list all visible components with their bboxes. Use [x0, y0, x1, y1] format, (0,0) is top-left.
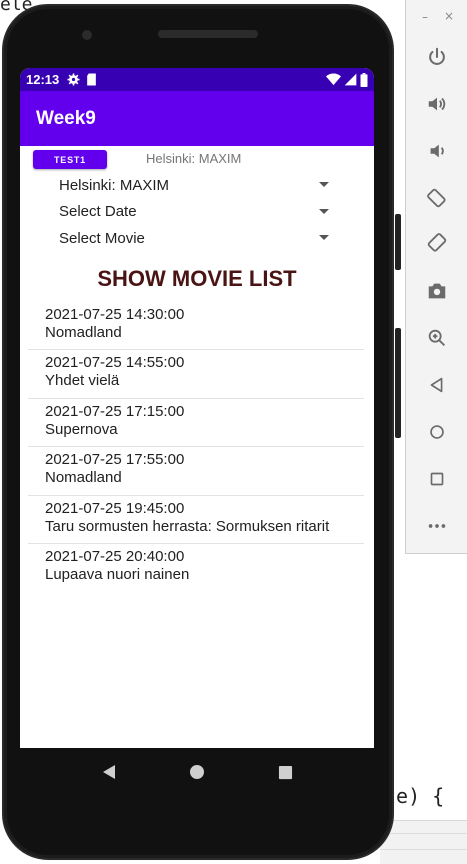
show-datetime: 2021-07-25 19:45:00 [45, 499, 185, 517]
zoom-icon [428, 329, 445, 346]
show-datetime: 2021-07-25 17:55:00 [45, 451, 185, 468]
dropdown-arrow-icon [319, 182, 329, 188]
selected-theater-label: Helsinki: MAXIM [146, 151, 242, 166]
movie-title: Nomadland [45, 323, 122, 341]
movie-list: 2021-07-25 14:30:00 Nomadland 2021-07-25… [20, 302, 374, 593]
back-icon [103, 765, 115, 779]
list-item[interactable]: 2021-07-25 19:45:00 Taru sormusten herra… [28, 496, 364, 544]
dropdown-arrow-icon [319, 208, 329, 214]
movie-title: Taru sormusten herrasta: Sormuksen ritar… [45, 517, 330, 535]
close-button[interactable]: × [444, 9, 454, 23]
dropdown-arrow-icon [319, 235, 329, 241]
theater-spinner-value: Helsinki: MAXIM [59, 176, 170, 194]
volume-down-button[interactable] [424, 138, 450, 164]
screenshot-button[interactable] [424, 278, 450, 304]
nav-recents-button[interactable] [276, 763, 294, 781]
volume-up-icon [428, 97, 446, 111]
ide-bottom-strip [380, 820, 467, 864]
earpiece-speaker [158, 30, 258, 38]
date-spinner-value: Select Date [59, 203, 137, 221]
phone-side-button [395, 214, 401, 270]
movie-spinner[interactable]: Select Movie [59, 225, 329, 252]
list-item[interactable]: 2021-07-25 14:30:00 Nomadland [28, 302, 364, 350]
show-movie-list-button[interactable]: SHOW MOVIE LIST [20, 266, 374, 292]
nav-home-button[interactable] [188, 763, 206, 781]
sd-card-icon [86, 73, 97, 86]
movie-title: Yhdet vielä [45, 372, 120, 389]
show-datetime: 2021-07-25 17:15:00 [45, 402, 185, 420]
rotate-left-icon [427, 188, 446, 208]
minimize-button[interactable]: – [422, 10, 428, 24]
show-datetime: 2021-07-25 20:40:00 [45, 548, 185, 565]
volume-up-button[interactable] [424, 91, 450, 117]
date-spinner[interactable]: Select Date [59, 199, 329, 226]
emulator-toolbar: – × [405, 0, 467, 554]
battery-icon [360, 72, 368, 87]
list-item[interactable]: 2021-07-25 20:40:00 Lupaava nuori nainen [28, 544, 364, 593]
recents-icon [278, 765, 292, 779]
toolbar-window-controls: – × [406, 9, 467, 26]
status-time: 12:13 [26, 72, 60, 87]
power-button[interactable] [424, 44, 450, 70]
app-title: Week9 [36, 107, 96, 129]
settings-icon [67, 73, 80, 86]
movie-title: Nomadland [45, 469, 122, 486]
phone-volume-rocker [395, 328, 401, 438]
status-right-icons [326, 72, 368, 87]
emulator-overview-button[interactable] [424, 466, 450, 492]
app-bar: Week9 [20, 91, 374, 146]
more-button[interactable] [424, 513, 450, 539]
rotate-right-icon [427, 233, 447, 252]
list-item[interactable]: 2021-07-25 17:15:00 Supernova [28, 399, 364, 447]
emulator-back-button[interactable] [424, 372, 450, 398]
status-bar: 12:13 [20, 68, 374, 91]
front-camera [82, 30, 92, 40]
app-screen: 12:13 Week9 TEST1 Helsinki: MAXIM Helsin… [20, 68, 374, 748]
list-item[interactable]: 2021-07-25 14:55:00 Yhdet vielä [28, 350, 364, 399]
back-icon [430, 377, 443, 393]
theater-spinner[interactable]: Helsinki: MAXIM [59, 172, 329, 199]
list-item[interactable]: 2021-07-25 17:55:00 Nomadland [28, 447, 364, 496]
rotate-left-button[interactable] [424, 185, 450, 211]
nav-back-button[interactable] [100, 763, 118, 781]
movie-title: Supernova [45, 420, 118, 438]
camera-icon [428, 283, 446, 299]
more-icon [428, 524, 446, 528]
home-icon [190, 765, 204, 779]
show-datetime: 2021-07-25 14:30:00 [45, 305, 185, 323]
overview-icon [430, 472, 444, 486]
main-content: TEST1 Helsinki: MAXIM Helsinki: MAXIM Se… [20, 146, 374, 593]
emulator-home-button[interactable] [424, 419, 450, 445]
signal-icon [344, 73, 357, 86]
volume-down-icon [430, 144, 444, 158]
android-nav-bar [20, 748, 374, 796]
movie-spinner-value: Select Movie [59, 229, 145, 247]
home-icon [430, 425, 444, 439]
power-icon [429, 47, 445, 65]
rotate-right-button[interactable] [424, 230, 450, 256]
wifi-icon [326, 73, 341, 86]
zoom-button[interactable] [424, 325, 450, 351]
test1-button[interactable]: TEST1 [33, 150, 107, 169]
top-row: TEST1 Helsinki: MAXIM [20, 146, 374, 172]
movie-title: Lupaava nuori nainen [45, 566, 190, 583]
show-datetime: 2021-07-25 14:55:00 [45, 354, 185, 371]
